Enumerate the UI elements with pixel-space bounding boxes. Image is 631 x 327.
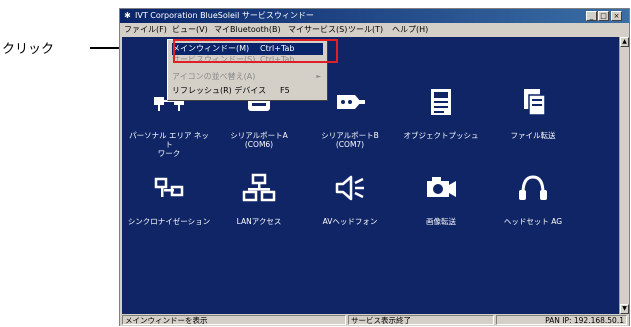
- service-object-push[interactable]: オブジェクトプッシュ: [398, 87, 484, 140]
- service-label: シリアルポートA (COM6): [230, 131, 288, 149]
- menu-item-refresh-devices[interactable]: リフレッシュ(R) デバイス F5: [172, 85, 323, 97]
- vertical-scrollbar[interactable]: ▲ ▼: [619, 37, 629, 314]
- submenu-arrow-icon: ►: [316, 73, 321, 80]
- menu-item-arrange-icons[interactable]: アイコンの並べ替え(A) ►: [172, 71, 323, 83]
- scroll-down-icon[interactable]: ▼: [620, 304, 629, 314]
- service-label: 画像転送: [426, 217, 456, 226]
- speaker-icon: [335, 175, 364, 201]
- service-label: シリアルポートB (COM7): [321, 131, 379, 149]
- status-center: サービス表示終了: [348, 315, 494, 325]
- menu-my-services[interactable]: マイサービス(S): [288, 23, 347, 36]
- menu-bar: ファイル(F) ビュー(V) マイBluetooth(B) マイサービス(S) …: [120, 23, 629, 36]
- service-image-transfer[interactable]: 画像転送: [398, 173, 484, 226]
- service-label: ヘッドセット AG: [503, 217, 563, 226]
- camera-icon: [427, 177, 456, 197]
- callout-label: クリック: [2, 42, 55, 57]
- menu-item-label: リフレッシュ(R) デバイス: [172, 86, 267, 95]
- close-button[interactable]: ×: [611, 11, 622, 21]
- maximize-button[interactable]: □: [598, 11, 609, 21]
- bluetooth-icon: ✱: [124, 11, 131, 20]
- menu-help[interactable]: ヘルプ(H): [392, 23, 428, 36]
- title-bar: ✱ IVT Corporation BlueSoleil サービスウィンドー _…: [120, 9, 629, 23]
- scroll-up-icon[interactable]: ▲: [620, 37, 629, 47]
- status-right: PAN IP: 192.168.50.1: [496, 315, 627, 325]
- red-highlight-box: [173, 39, 338, 63]
- menu-file[interactable]: ファイル(F): [124, 23, 167, 36]
- window-title: IVT Corporation BlueSoleil サービスウィンドー: [135, 11, 314, 20]
- menu-item-label: アイコンの並べ替え(A): [172, 72, 256, 81]
- minimize-button[interactable]: _: [586, 11, 597, 21]
- status-left: メインウィンドーを表示: [122, 315, 346, 325]
- file-transfer-icon: [524, 89, 546, 116]
- serial-cable-icon: [337, 95, 365, 109]
- menu-item-shortcut: F5: [280, 86, 290, 95]
- service-label: パーソナル エリア ネット ワーク: [129, 131, 209, 158]
- service-lan-access[interactable]: LANアクセス: [216, 173, 302, 226]
- service-label: AVヘッドフォン: [322, 217, 378, 226]
- menu-my-bluetooth[interactable]: マイBluetooth(B): [214, 23, 281, 36]
- service-label: LANアクセス: [236, 217, 282, 226]
- service-av-headphone[interactable]: AVヘッドフォン: [307, 173, 393, 226]
- service-file-transfer[interactable]: ファイル転送: [490, 87, 576, 140]
- status-bar: メインウィンドーを表示 サービス表示終了 PAN IP: 192.168.50.…: [120, 314, 629, 326]
- headset-icon: [519, 175, 547, 200]
- object-push-icon: [431, 89, 451, 115]
- menu-view[interactable]: ビュー(V): [172, 23, 208, 36]
- sync-icon: [154, 177, 184, 197]
- service-label: オブジェクトプッシュ: [403, 131, 479, 140]
- lan-access-icon: [242, 173, 276, 202]
- menu-tools[interactable]: ツール(T): [348, 23, 383, 36]
- service-label: ファイル転送: [510, 131, 556, 140]
- service-label: シンクロナイゼーション: [127, 217, 211, 226]
- service-headset-ag[interactable]: ヘッドセット AG: [490, 173, 576, 226]
- service-sync[interactable]: シンクロナイゼーション: [126, 173, 212, 226]
